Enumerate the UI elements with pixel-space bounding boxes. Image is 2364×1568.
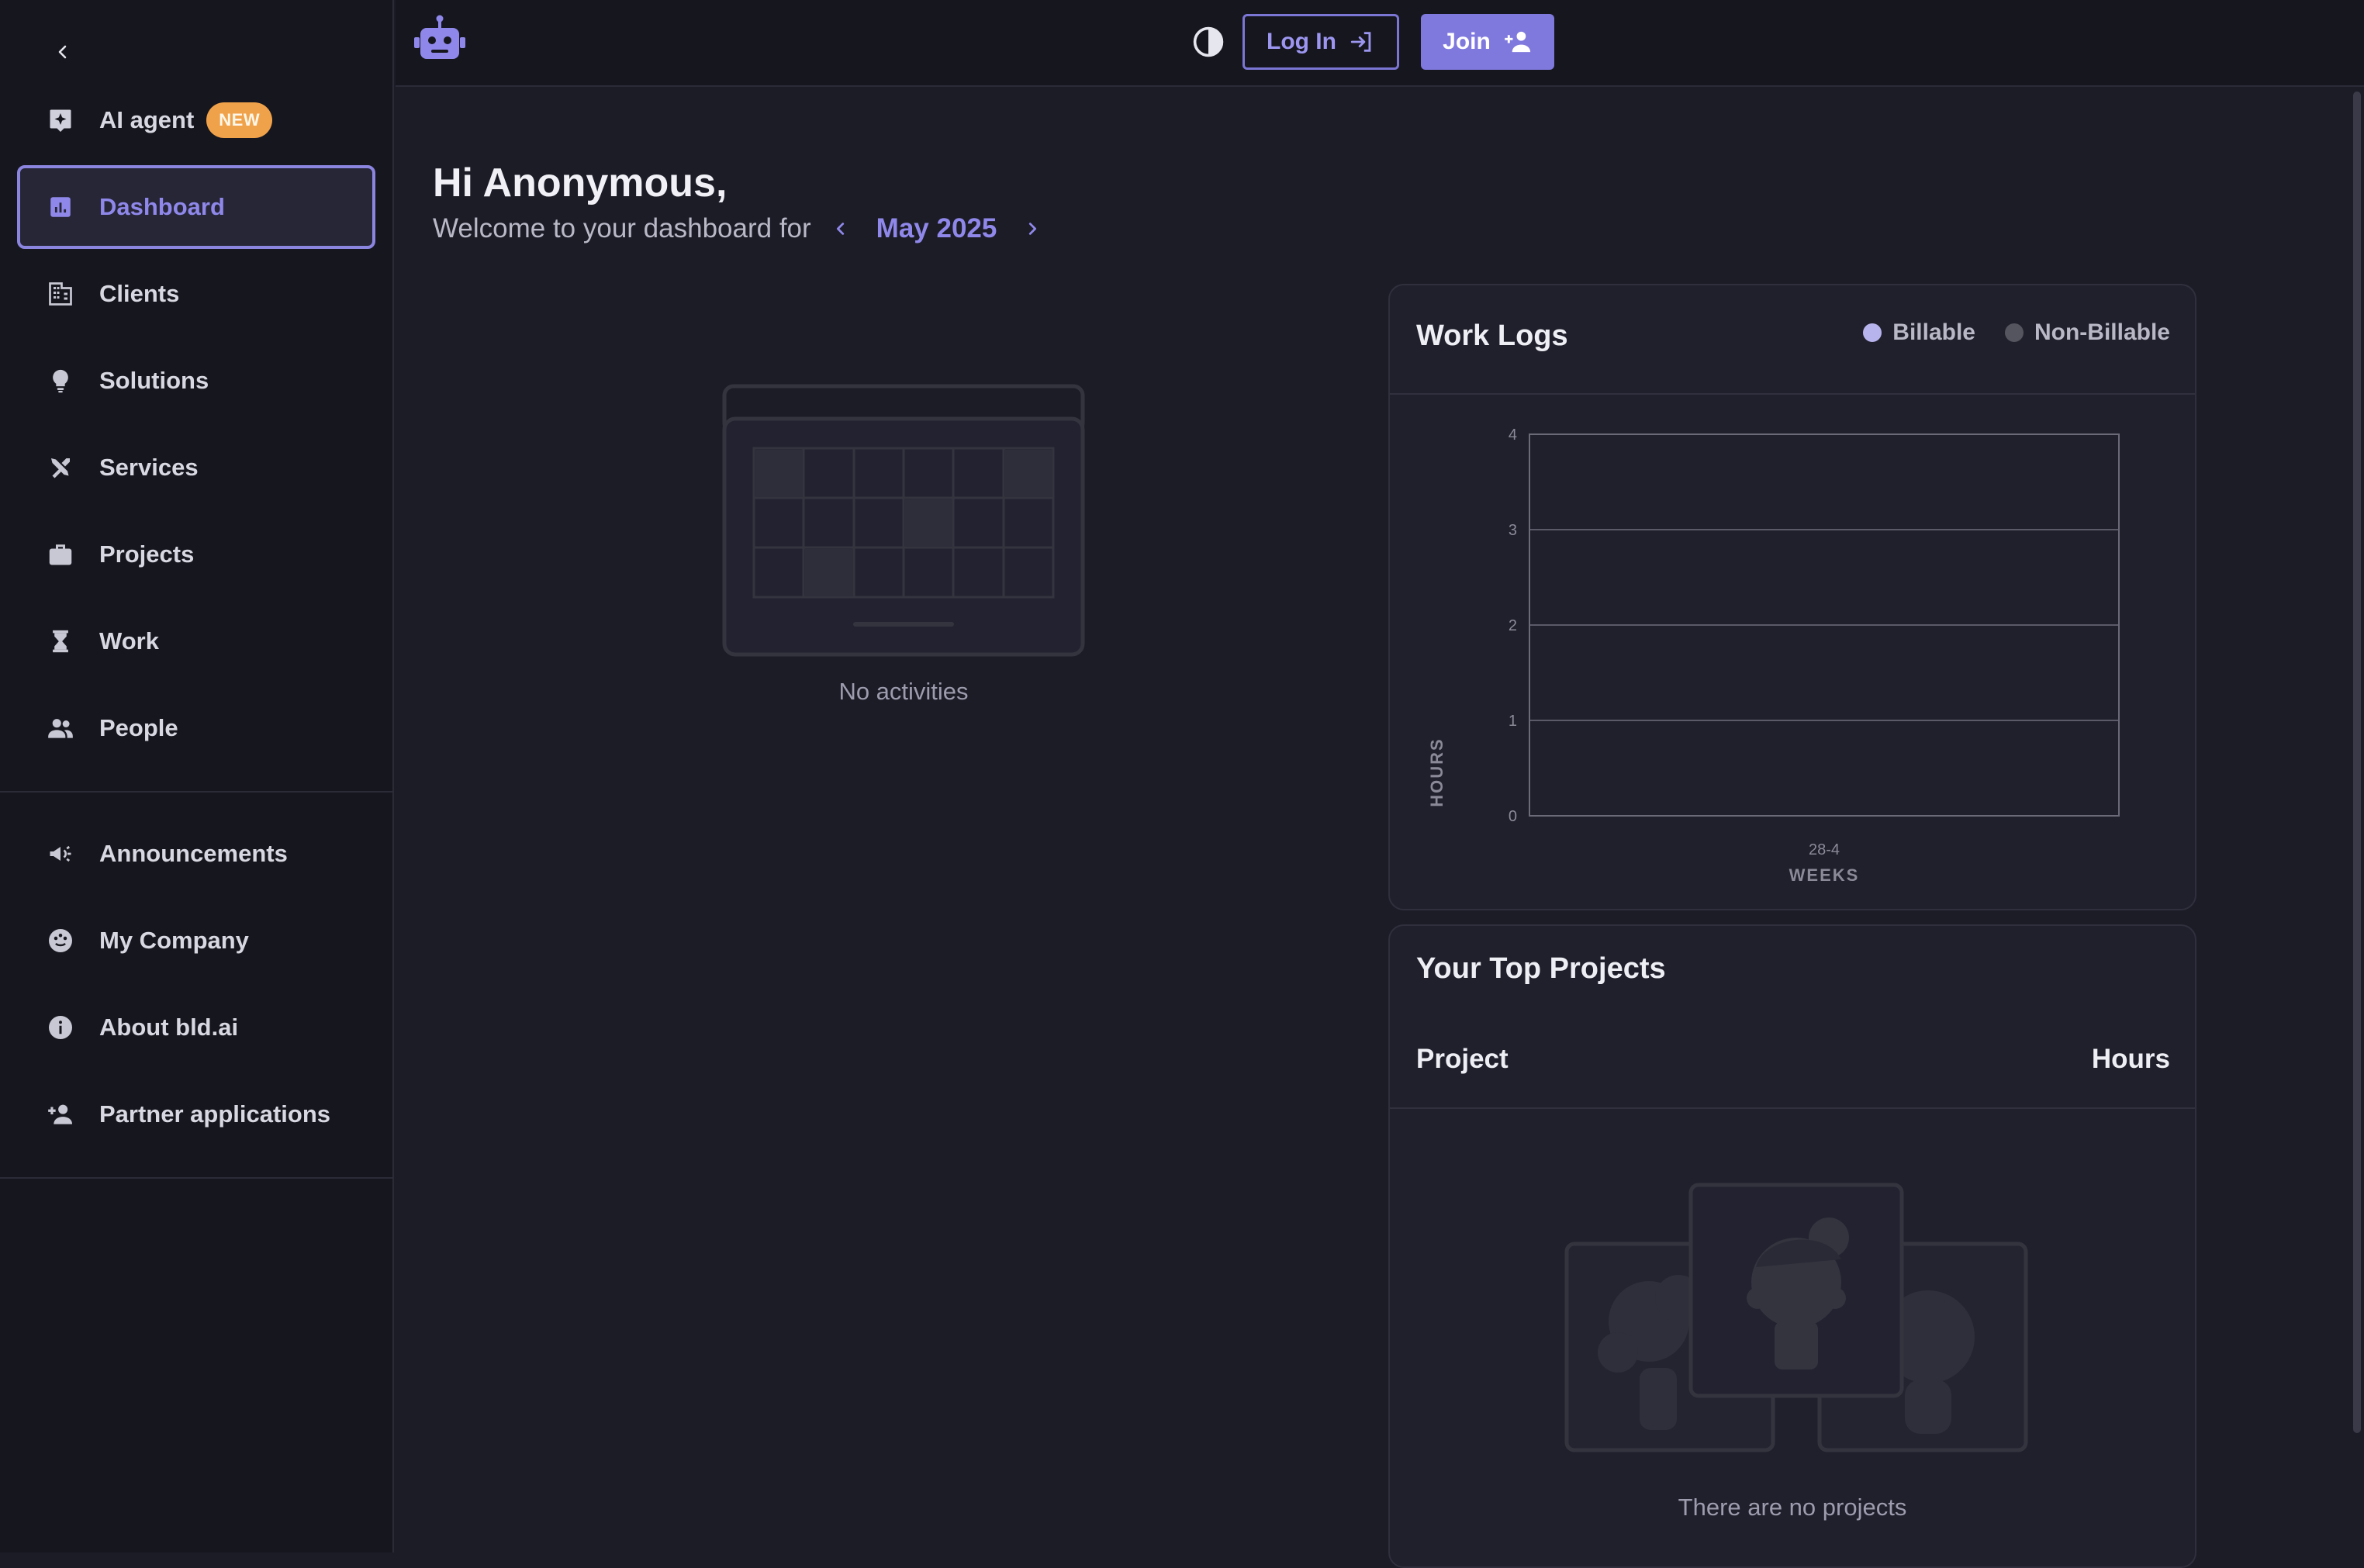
sidebar-divider <box>0 1177 394 1179</box>
tools-icon <box>45 452 76 483</box>
sidebar-item-about[interactable]: About bld.ai <box>17 986 375 1069</box>
sidebar-item-label: My Company <box>99 927 249 954</box>
login-label: Log In <box>1267 29 1336 54</box>
empty-activities-message: No activities <box>838 678 969 705</box>
chevron-left-icon <box>836 223 844 235</box>
company-icon <box>45 925 76 956</box>
sidebar-item-dashboard[interactable]: Dashboard <box>17 165 375 249</box>
sidebar-item-people[interactable]: People <box>17 686 375 770</box>
sidebar-item-label: Services <box>99 454 199 481</box>
projects-table-header: Project Hours <box>1416 1044 2170 1075</box>
sidebar-item-label: People <box>99 714 178 741</box>
join-label: Join <box>1443 29 1491 54</box>
previous-month-button[interactable] <box>825 213 856 244</box>
robot-icon[interactable] <box>413 14 467 65</box>
lightbulb-icon <box>45 365 76 396</box>
empty-calendar-illustration <box>721 383 1086 659</box>
work-logs-card: Work Logs Billable Non-Billable 01234 28… <box>1388 284 2196 910</box>
sidebar-item-label: Announcements <box>99 840 288 867</box>
sidebar-item-projects[interactable]: Projects <box>17 513 375 596</box>
join-button[interactable]: Join <box>1421 14 1554 70</box>
card-title: Your Top Projects <box>1416 952 1666 985</box>
people-icon <box>45 713 76 744</box>
building-icon <box>45 278 76 309</box>
work-logs-chart: 0 1 2 3 4 28-4 HOURS WEEKS <box>1427 427 2120 885</box>
sidebar-item-label: About bld.ai <box>99 1014 239 1041</box>
empty-people-illustration <box>1564 1182 2029 1469</box>
sidebar-item-label: Work <box>99 627 159 654</box>
sidebar-item-work[interactable]: Work <box>17 599 375 683</box>
collapse-sidebar-button[interactable] <box>45 34 81 70</box>
briefcase-icon <box>45 539 76 570</box>
chevron-left-icon <box>58 45 67 59</box>
x-tick-label: 28-4 <box>1809 841 1840 858</box>
month-navigator: May 2025 <box>825 213 1049 244</box>
sidebar-item-label: Projects <box>99 541 195 568</box>
empty-projects-message: There are no projects <box>1678 1494 1907 1521</box>
top-bar: Log In Join <box>396 0 2364 87</box>
info-icon <box>45 1012 76 1043</box>
x-axis-label: WEEKS <box>1789 865 1860 885</box>
sidebar-item-solutions[interactable]: Solutions <box>17 339 375 423</box>
sidebar-item-clients[interactable]: Clients <box>17 252 375 336</box>
chevron-right-icon <box>1029 223 1037 235</box>
person-add-icon <box>45 1099 76 1130</box>
megaphone-icon <box>45 838 76 869</box>
y-tick-label: 4 <box>1509 427 1517 444</box>
next-month-button[interactable] <box>1017 213 1048 244</box>
welcome-text: Welcome to your dashboard for <box>433 213 811 243</box>
sidebar-item-my-company[interactable]: My Company <box>17 899 375 983</box>
sparkle-plus-icon <box>45 105 76 136</box>
hourglass-icon <box>45 626 76 657</box>
table-divider <box>1390 1107 2195 1109</box>
bar-chart-icon <box>45 192 76 223</box>
person-add-icon <box>1505 31 1530 53</box>
current-month[interactable]: May 2025 <box>876 213 997 244</box>
contrast-icon[interactable] <box>1191 25 1225 59</box>
y-tick-label: 0 <box>1509 808 1517 825</box>
top-projects-card: Your Top Projects Project Hours There ar… <box>1388 924 2196 1568</box>
welcome-row: Welcome to your dashboard for May 2025 <box>433 211 1048 247</box>
sidebar-item-label: Clients <box>99 280 180 307</box>
y-tick-label: 1 <box>1509 713 1517 730</box>
sidebar-item-ai-agent[interactable]: AI agent NEW <box>17 78 375 162</box>
scrollbar-thumb[interactable] <box>2353 92 2361 1433</box>
login-icon <box>1350 32 1371 52</box>
sidebar-item-services[interactable]: Services <box>17 426 375 509</box>
sidebar-item-partner-applications[interactable]: Partner applications <box>17 1072 375 1156</box>
sidebar-item-announcements[interactable]: Announcements <box>17 812 375 896</box>
sidebar-item-label: Partner applications <box>99 1100 331 1128</box>
column-header-hours[interactable]: Hours <box>2092 1044 2170 1075</box>
sidebar-divider <box>0 791 394 793</box>
new-badge: NEW <box>206 102 273 138</box>
sidebar-item-label: AI agent <box>99 106 195 133</box>
login-button[interactable]: Log In <box>1242 14 1399 70</box>
sidebar-item-label: Dashboard <box>99 193 225 220</box>
y-tick-label: 2 <box>1509 617 1517 634</box>
y-axis-label: HOURS <box>1427 737 1446 806</box>
page-title: Hi Anonymous, <box>433 161 728 205</box>
column-header-project[interactable]: Project <box>1416 1044 1509 1075</box>
y-tick-label: 3 <box>1509 522 1517 539</box>
sidebar: AI agent NEW Dashboard Clients Solutions… <box>0 0 394 1552</box>
sidebar-item-label: Solutions <box>99 367 209 394</box>
